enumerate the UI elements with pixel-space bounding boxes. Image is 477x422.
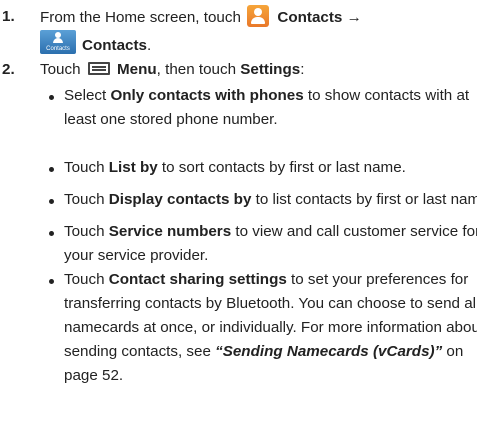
step-text-touch: Touch: [40, 61, 81, 78]
bullet-text: to show contacts with at: [303, 87, 470, 104]
bullet-line: least one stored phone number.: [64, 108, 278, 132]
bullet-line: transferring contacts by Bluetooth. You …: [64, 292, 477, 316]
bullet-term: Only contacts with phones: [110, 87, 304, 104]
bullet-text: to set your preferences for: [286, 271, 469, 288]
contacts-tab-icon-caption: Contacts: [46, 46, 70, 52]
menu-label: Menu: [117, 61, 157, 78]
arrow-glyph: →: [346, 9, 362, 26]
step-number: 2.: [2, 61, 15, 78]
step-text: Touch Menu, then touch Settings:: [40, 58, 304, 82]
bullet-text: on: [442, 343, 464, 360]
instructions-page: 1. From the Home screen, touch Contacts …: [0, 0, 477, 422]
bullet-text: Select: [64, 87, 111, 104]
bullet-line: Touch Service numbers to view and call c…: [64, 220, 477, 244]
bullet-line: sending contacts, see “Sending Namecards…: [64, 340, 463, 364]
step-text-prefix: From the Home screen, touch: [40, 9, 241, 26]
bullet-text: Touch: [64, 191, 109, 208]
bullet-text: least one stored phone number.: [64, 111, 278, 128]
bullet-dot: [49, 231, 54, 236]
bullet-text: to sort contacts by first or last name.: [157, 159, 406, 176]
bullet-line: Touch Contact sharing settings to set yo…: [64, 268, 468, 292]
bullet-term: List by: [108, 159, 158, 176]
bullet-text: page 52.: [64, 367, 124, 384]
step-text-colon: :: [300, 61, 305, 78]
bullet-term: Service numbers: [108, 223, 232, 240]
bullet-text: Touch: [64, 159, 109, 176]
bullet-text: transferring contacts by Bluetooth. You …: [64, 295, 477, 312]
bullet-dot: [49, 279, 54, 284]
bullet-line: namecards at once, or individually. For …: [64, 316, 477, 340]
bullet-text: namecards at once, or individually. For …: [64, 319, 477, 336]
bullet-text: Touch: [64, 223, 109, 240]
contacts-tab-icon: Contacts: [40, 30, 76, 54]
bullet-text: to view and call customer service for: [231, 223, 477, 240]
bullet-text: Touch: [64, 271, 109, 288]
step-number: 1.: [2, 8, 15, 25]
contacts-tab-label: Contacts: [82, 37, 147, 54]
person-icon: [53, 32, 63, 44]
step-text-then: , then touch: [156, 61, 237, 78]
step-suffix: .: [146, 37, 152, 54]
bullet-line: page 52.: [64, 364, 123, 388]
bullet-text: to list contacts by first or last name.: [251, 191, 477, 208]
bullet-line: your service provider.: [64, 244, 208, 268]
contacts-app-icon: [247, 5, 270, 27]
bullet-term: Display contacts by: [108, 191, 252, 208]
bullet-dot: [49, 199, 54, 204]
bullet-line: Touch List by to sort contacts by first …: [64, 156, 406, 180]
menu-key-icon: [87, 62, 110, 75]
step-text-line2: Contacts Contacts.: [40, 30, 151, 58]
bullet-text: sending contacts, see: [64, 343, 216, 360]
bullet-line: Select Only contacts with phones to show…: [64, 84, 469, 108]
bullet-text: your service provider.: [64, 247, 209, 264]
step-text: From the Home screen, touch Contacts →: [40, 5, 362, 30]
bullet-term: Contact sharing settings: [108, 271, 287, 288]
bullet-line: Touch Display contacts by to list contac…: [64, 188, 477, 212]
contacts-app-label: Contacts: [277, 9, 343, 26]
bullet-dot: [49, 167, 54, 172]
settings-label: Settings: [240, 61, 301, 78]
bullet-dot: [49, 95, 54, 100]
cross-reference: “Sending Namecards (vCards)”: [215, 343, 443, 360]
